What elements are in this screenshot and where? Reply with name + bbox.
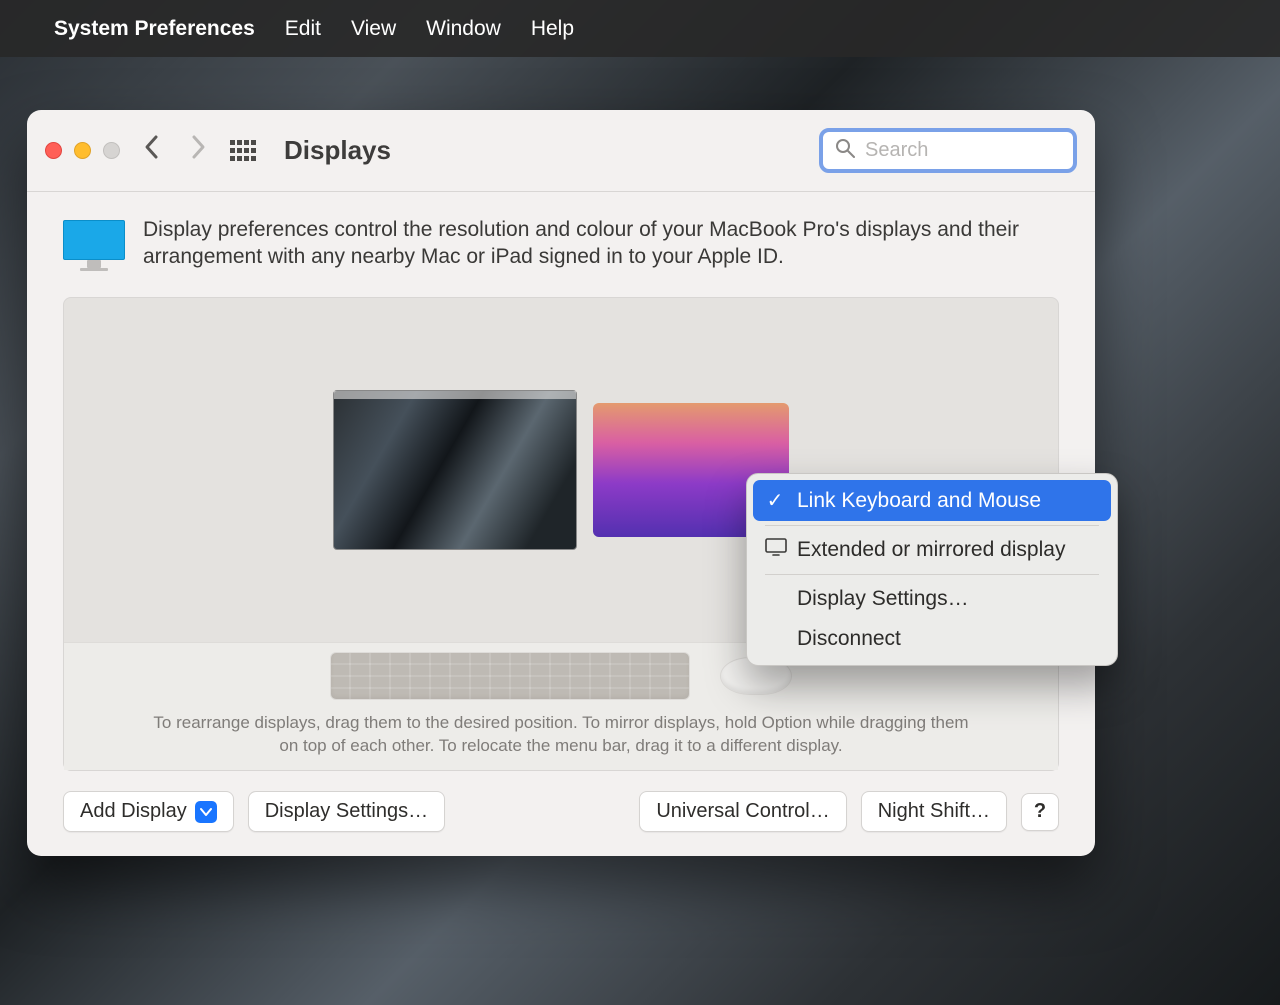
search-field[interactable] — [819, 128, 1077, 173]
window-controls — [45, 142, 120, 159]
footer-row: Add Display Display Settings… Universal … — [63, 771, 1059, 832]
pane-title: Displays — [284, 135, 391, 166]
menu-help[interactable]: Help — [531, 17, 574, 41]
titlebar: Displays — [27, 110, 1095, 192]
back-button[interactable] — [138, 134, 166, 167]
search-input[interactable] — [865, 139, 1130, 162]
menu-edit[interactable]: Edit — [285, 17, 321, 41]
help-button[interactable]: ? — [1021, 793, 1059, 831]
universal-control-button[interactable]: Universal Control… — [639, 791, 846, 832]
display-icon — [765, 538, 785, 562]
show-all-button[interactable] — [230, 140, 256, 162]
display-settings-button[interactable]: Display Settings… — [248, 791, 445, 832]
intro-text: Display preferences control the resoluti… — [143, 216, 1059, 271]
search-icon — [835, 138, 855, 164]
menubar: System Preferences Edit View Window Help — [0, 0, 1280, 57]
menu-display-settings[interactable]: Display Settings… — [753, 579, 1111, 619]
displays-pane-icon — [63, 220, 125, 260]
close-button[interactable] — [45, 142, 62, 159]
forward-button[interactable] — [184, 134, 212, 167]
monitor-main[interactable] — [333, 390, 577, 550]
menu-disconnect[interactable]: Disconnect — [753, 619, 1111, 659]
display-context-menu: ✓ Link Keyboard and Mouse Extended or mi… — [746, 473, 1118, 666]
keyboard-icon — [330, 652, 690, 700]
intro-row: Display preferences control the resoluti… — [63, 216, 1059, 271]
menu-extended-mirrored[interactable]: Extended or mirrored display — [753, 530, 1111, 570]
zoom-button[interactable] — [103, 142, 120, 159]
menu-window[interactable]: Window — [426, 17, 501, 41]
app-menu[interactable]: System Preferences — [54, 17, 255, 41]
minimize-button[interactable] — [74, 142, 91, 159]
add-display-button[interactable]: Add Display — [63, 791, 234, 832]
chevron-down-icon — [195, 801, 217, 823]
arrangement-hint: To rearrange displays, drag them to the … — [151, 712, 971, 758]
menu-separator — [765, 525, 1099, 526]
menu-view[interactable]: View — [351, 17, 396, 41]
menu-link-keyboard-mouse[interactable]: ✓ Link Keyboard and Mouse — [753, 480, 1111, 521]
menu-separator — [765, 574, 1099, 575]
add-display-label: Add Display — [80, 800, 187, 823]
checkmark-icon: ✓ — [765, 488, 785, 513]
night-shift-button[interactable]: Night Shift… — [861, 791, 1007, 832]
